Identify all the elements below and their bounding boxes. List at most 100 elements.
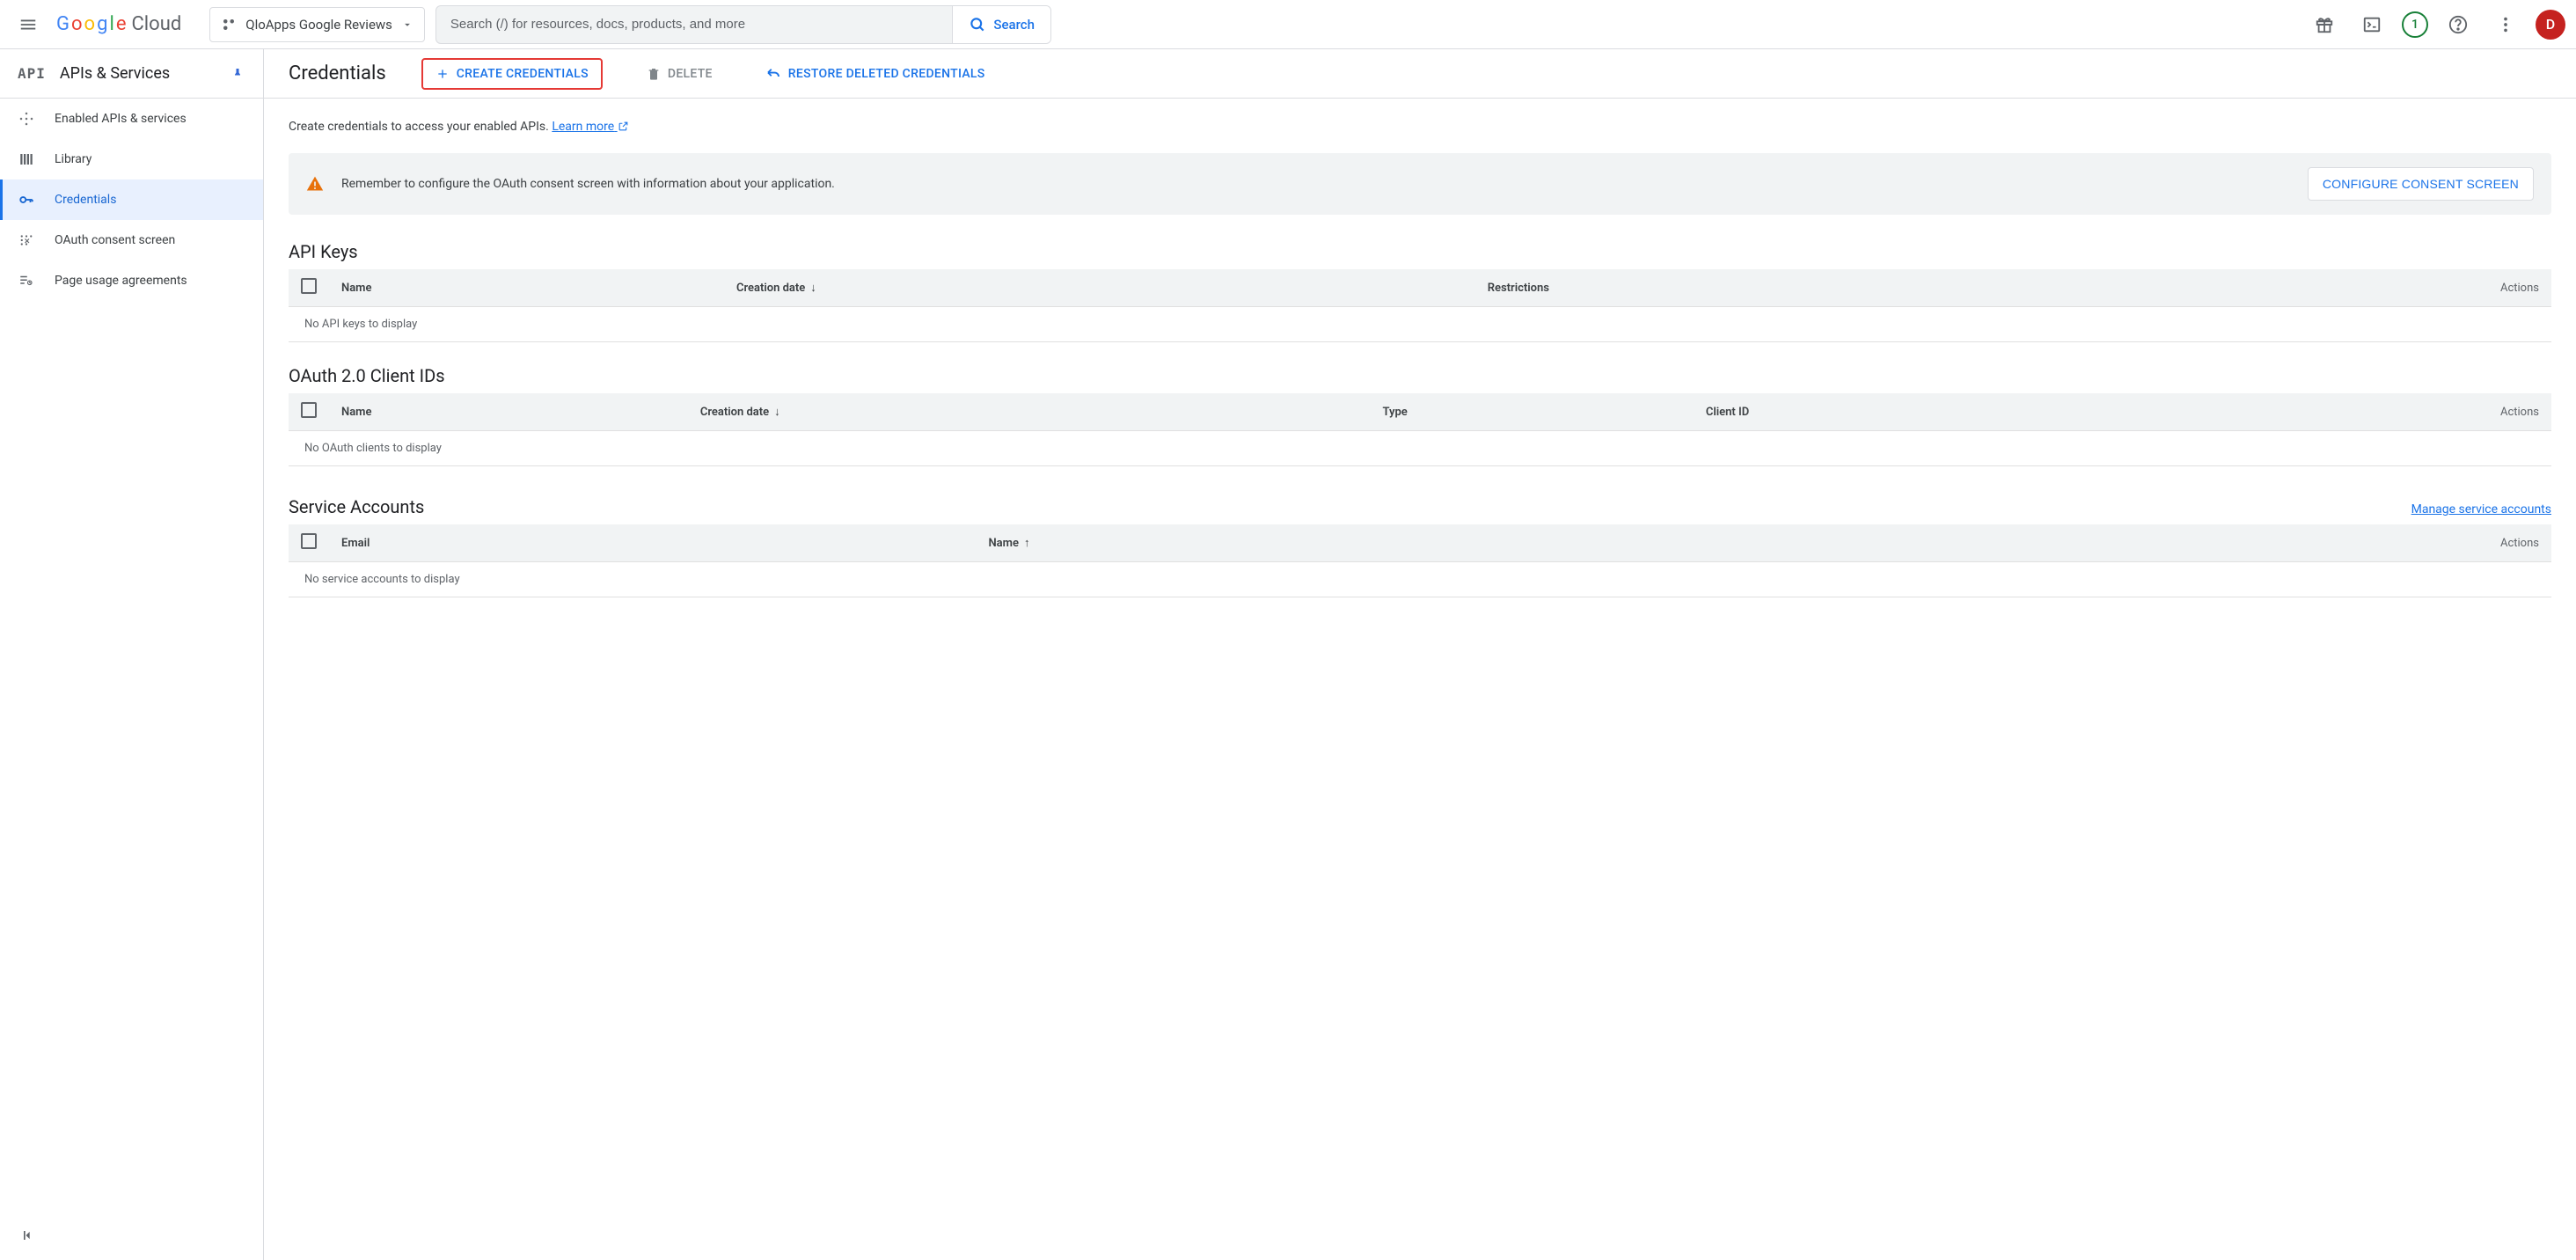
col-creation-label: Creation date xyxy=(736,282,805,295)
terminal-icon xyxy=(2362,15,2382,34)
top-bar: Google Cloud QloApps Google Reviews Sear… xyxy=(0,0,2576,49)
sidebar-item-label: Page usage agreements xyxy=(55,274,187,288)
search-box: Search xyxy=(435,5,1051,44)
cloud-shell-button[interactable] xyxy=(2354,7,2389,42)
col-email[interactable]: Email xyxy=(329,524,976,562)
alert-text: Remember to configure the OAuth consent … xyxy=(341,177,2290,191)
sort-desc-icon: ↓ xyxy=(810,282,816,295)
create-credentials-label: CREATE CREDENTIALS xyxy=(457,67,589,81)
sidebar-item-label: OAuth consent screen xyxy=(55,233,175,247)
api-keys-title: API Keys xyxy=(289,241,2551,262)
topbar-right: 1 D xyxy=(2307,7,2565,42)
sort-asc-icon: ↑ xyxy=(1024,537,1030,550)
service-empty: No service accounts to display xyxy=(289,562,2551,597)
consent-icon xyxy=(18,232,34,248)
kebab-icon xyxy=(2496,15,2515,34)
search-input[interactable] xyxy=(436,6,952,43)
sidebar-item-label: Enabled APIs & services xyxy=(55,112,187,126)
library-icon xyxy=(18,151,34,167)
col-type[interactable]: Type xyxy=(1371,393,1694,431)
pin-icon xyxy=(230,66,245,82)
delete-label: DELETE xyxy=(668,67,713,81)
oauth-title: OAuth 2.0 Client IDs xyxy=(289,365,2551,386)
api-keys-empty: No API keys to display xyxy=(289,307,2551,342)
col-restrictions[interactable]: Restrictions xyxy=(1475,269,2097,307)
google-cloud-logo[interactable]: Google Cloud xyxy=(56,13,181,35)
pin-button[interactable] xyxy=(230,66,245,82)
sidebar-item-library[interactable]: Library xyxy=(0,139,263,179)
col-name-label: Name xyxy=(988,537,1018,550)
gift-icon xyxy=(2315,15,2334,34)
body: API APIs & Services Enabled APIs & servi… xyxy=(0,49,2576,1260)
logo-cloud-text: Cloud xyxy=(131,13,181,35)
collapse-sidebar-button[interactable] xyxy=(19,1227,37,1244)
col-creation-label: Creation date xyxy=(700,406,769,419)
page-usage-icon xyxy=(18,273,34,289)
restore-deleted-button[interactable]: RESTORE DELETED CREDENTIALS xyxy=(757,59,994,89)
select-all-checkbox[interactable] xyxy=(301,533,317,549)
notification-count: 1 xyxy=(2411,18,2419,32)
intro-text: Create credentials to access your enable… xyxy=(289,120,2551,134)
learn-more-label: Learn more xyxy=(552,120,614,134)
col-name[interactable]: Name xyxy=(329,269,724,307)
help-button[interactable] xyxy=(2441,7,2476,42)
delete-button[interactable]: DELETE xyxy=(638,60,721,88)
select-all-checkbox[interactable] xyxy=(301,278,317,294)
service-accounts-header: Service Accounts Manage service accounts xyxy=(289,489,2551,524)
trash-icon xyxy=(647,67,661,81)
manage-service-accounts-link[interactable]: Manage service accounts xyxy=(2411,502,2551,516)
main-content: Credentials CREATE CREDENTIALS DELETE RE… xyxy=(264,49,2576,1260)
main-header: Credentials CREATE CREDENTIALS DELETE RE… xyxy=(264,49,2576,99)
search-icon xyxy=(969,16,986,33)
sidebar-title: APIs & Services xyxy=(60,64,216,83)
page-title: Credentials xyxy=(289,62,386,84)
enabled-apis-icon xyxy=(18,111,34,127)
plus-icon xyxy=(435,67,450,81)
help-icon xyxy=(2448,15,2468,34)
sidebar: API APIs & Services Enabled APIs & servi… xyxy=(0,49,264,1260)
col-client-id[interactable]: Client ID xyxy=(1694,393,2138,431)
more-options-button[interactable] xyxy=(2488,7,2523,42)
sidebar-item-credentials[interactable]: Credentials xyxy=(0,179,263,220)
service-accounts-title: Service Accounts xyxy=(289,496,424,517)
intro-prefix: Create credentials to access your enable… xyxy=(289,120,552,134)
sidebar-header: API APIs & Services xyxy=(0,49,263,99)
search-button[interactable]: Search xyxy=(952,6,1050,43)
col-actions: Actions xyxy=(1780,524,2551,562)
sidebar-item-enabled-apis[interactable]: Enabled APIs & services xyxy=(0,99,263,139)
account-avatar[interactable]: D xyxy=(2536,10,2565,40)
warning-icon-wrap xyxy=(306,175,324,193)
collapse-icon xyxy=(19,1227,37,1244)
avatar-initial: D xyxy=(2546,16,2555,33)
col-name[interactable]: Name ↑ xyxy=(976,524,1779,562)
col-creation-date[interactable]: Creation date ↓ xyxy=(688,393,1371,431)
menu-icon xyxy=(18,15,38,34)
sidebar-item-page-usage[interactable]: Page usage agreements xyxy=(0,260,263,301)
sidebar-item-label: Library xyxy=(55,152,91,166)
select-all-checkbox[interactable] xyxy=(301,402,317,418)
col-actions: Actions xyxy=(2138,393,2551,431)
sidebar-item-label: Credentials xyxy=(55,193,116,207)
create-credentials-button[interactable]: CREATE CREDENTIALS xyxy=(421,58,603,90)
free-trial-button[interactable] xyxy=(2307,7,2342,42)
undo-icon xyxy=(765,66,781,82)
service-accounts-table: Email Name ↑ Actions No service accounts … xyxy=(289,524,2551,597)
col-name[interactable]: Name xyxy=(329,393,688,431)
warning-icon xyxy=(306,175,324,193)
notifications-button[interactable]: 1 xyxy=(2402,11,2428,38)
project-name: QloApps Google Reviews xyxy=(245,17,392,33)
sidebar-item-oauth-consent[interactable]: OAuth consent screen xyxy=(0,220,263,260)
search-button-label: Search xyxy=(993,17,1035,33)
hamburger-menu-button[interactable] xyxy=(11,7,46,42)
content-area: Create credentials to access your enable… xyxy=(264,99,2576,656)
configure-consent-button[interactable]: CONFIGURE CONSENT SCREEN xyxy=(2308,167,2534,201)
col-creation-date[interactable]: Creation date ↓ xyxy=(724,269,1475,307)
key-icon xyxy=(18,192,34,208)
restore-label: RESTORE DELETED CREDENTIALS xyxy=(788,67,985,81)
sort-desc-icon: ↓ xyxy=(774,406,780,419)
project-selector[interactable]: QloApps Google Reviews xyxy=(209,7,425,42)
oauth-table: Name Creation date ↓ Type Client ID Actio… xyxy=(289,393,2551,466)
project-dots-icon xyxy=(221,17,237,33)
learn-more-link[interactable]: Learn more xyxy=(552,120,628,134)
col-actions: Actions xyxy=(2096,269,2551,307)
